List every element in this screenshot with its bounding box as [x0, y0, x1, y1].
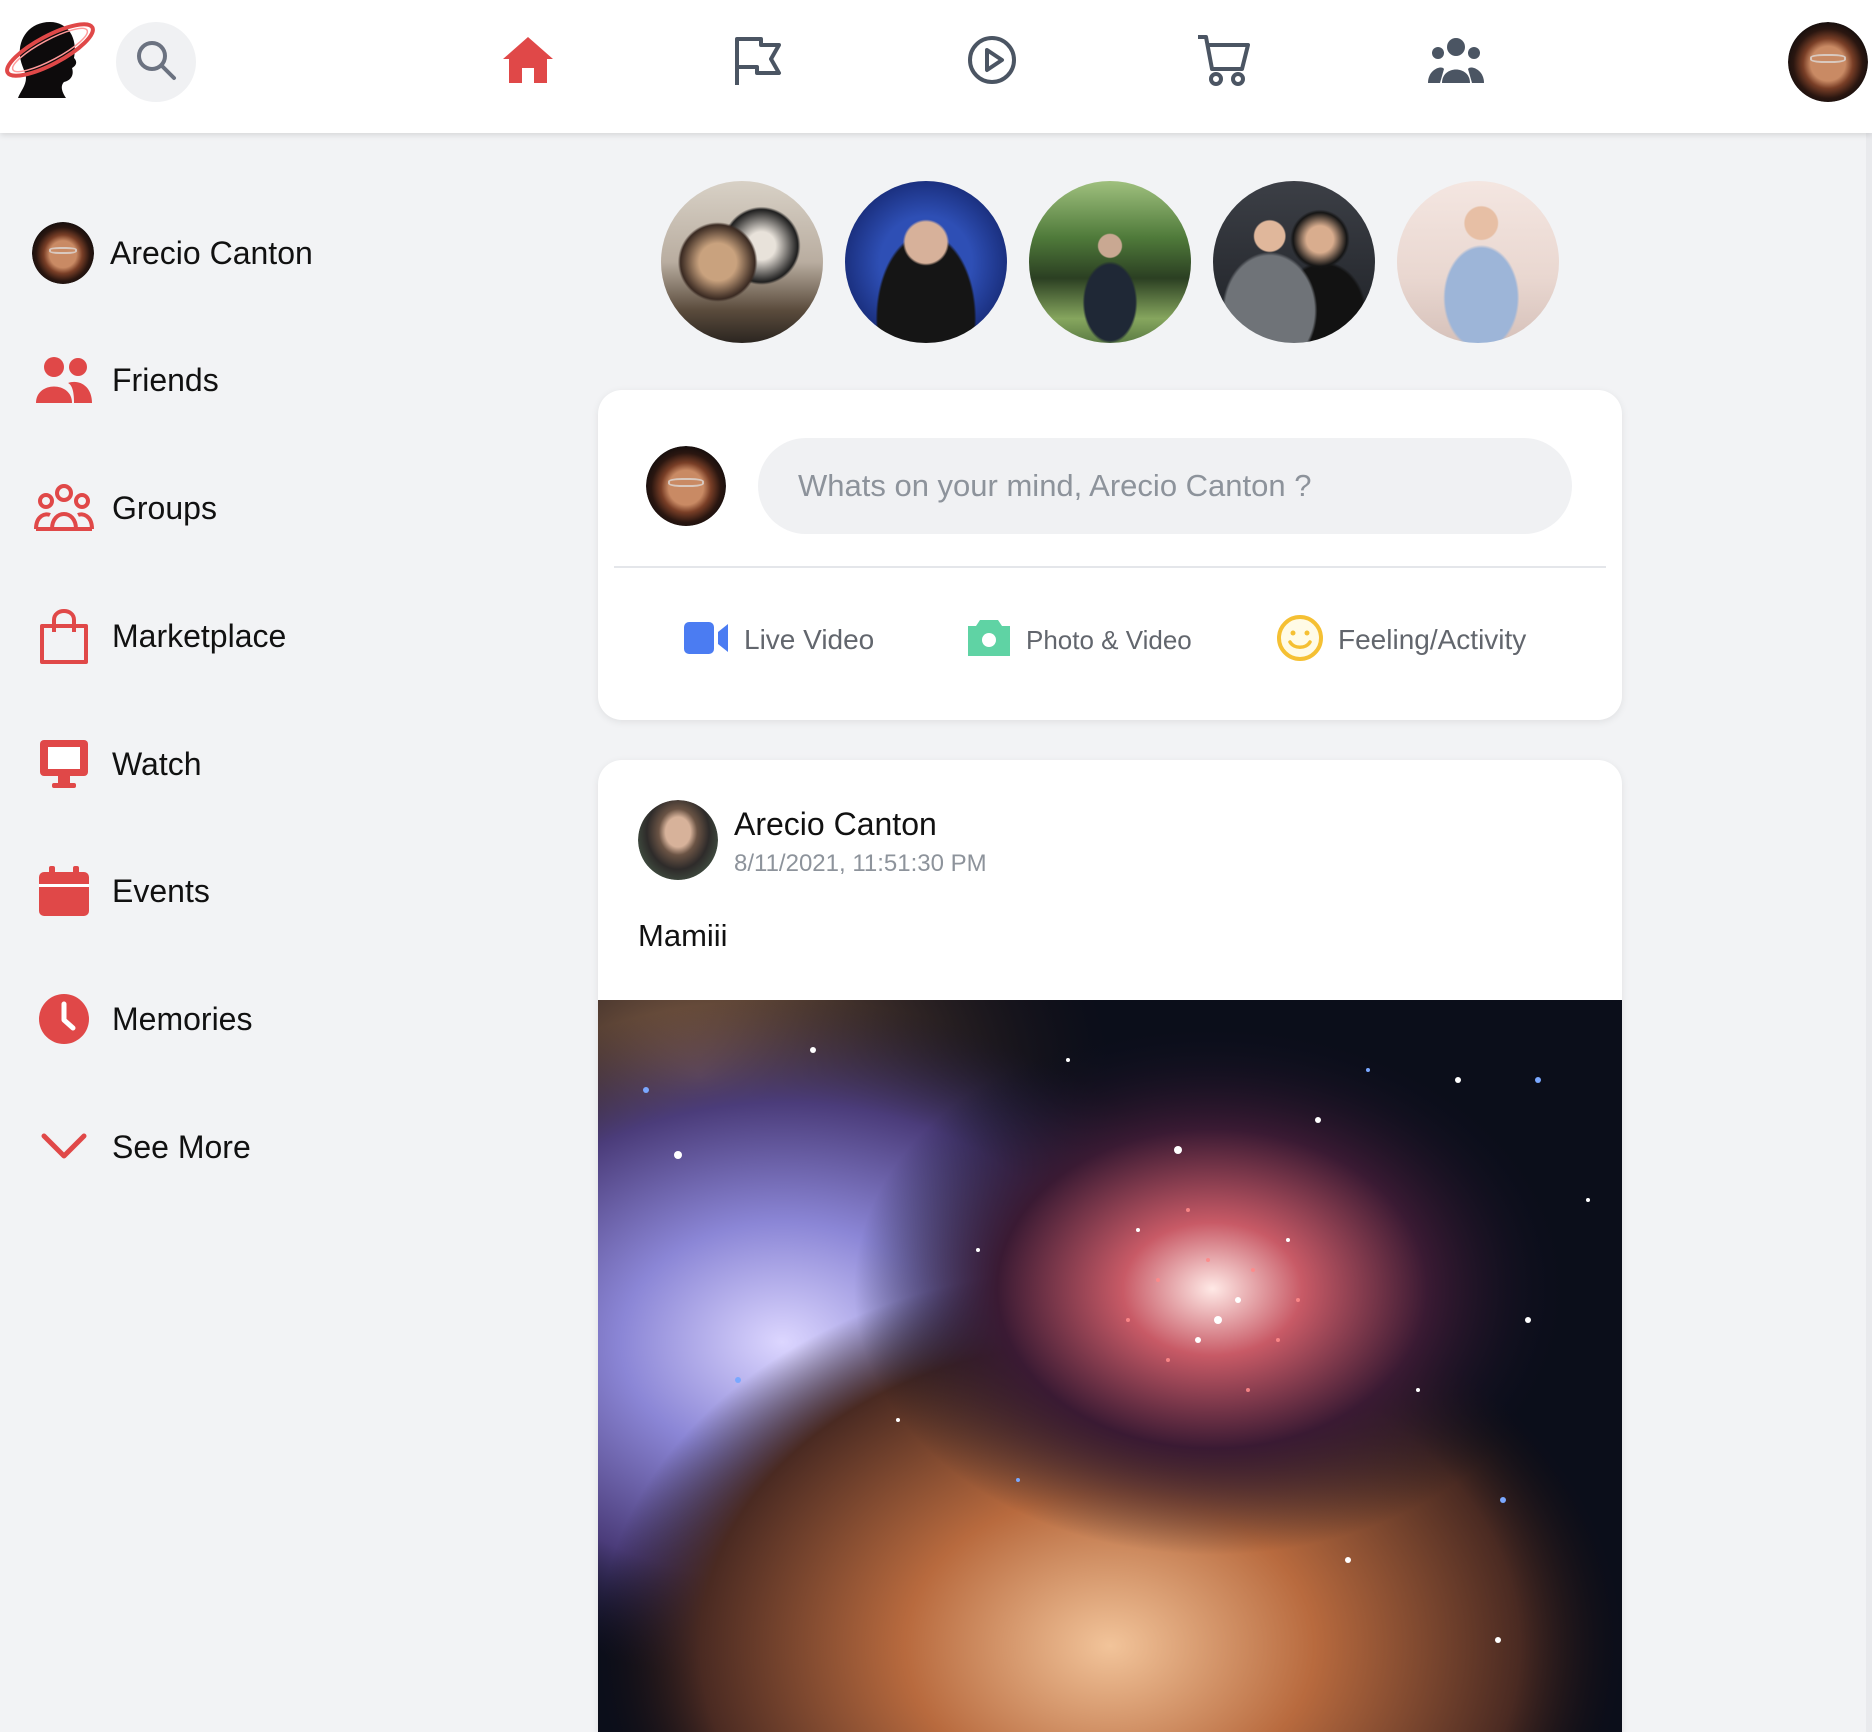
- avatar: [646, 446, 726, 526]
- smiley-icon: [1276, 614, 1324, 667]
- sidebar-item-label: Events: [112, 872, 210, 909]
- nav-home[interactable]: [498, 32, 558, 92]
- monitor-icon: [30, 732, 98, 796]
- sidebar-item-events[interactable]: Events: [30, 856, 210, 926]
- chevron-down-icon: [30, 1115, 98, 1179]
- sidebar-profile-name: Arecio Canton: [110, 234, 313, 271]
- sidebar-item-label: Groups: [112, 489, 217, 526]
- photo-camera-icon: [966, 618, 1012, 663]
- post-image[interactable]: [598, 1000, 1622, 1732]
- search-icon: [134, 38, 178, 87]
- groups-icon: [30, 476, 98, 540]
- sidebar-item-label: Watch: [112, 745, 202, 782]
- feed-post: Arecio Canton 8/11/2021, 11:51:30 PM Mam…: [598, 760, 1622, 1732]
- search-button[interactable]: [116, 22, 196, 102]
- post-timestamp: 8/11/2021, 11:51:30 PM: [734, 850, 987, 877]
- friends-icon: [30, 348, 98, 412]
- feeling-activity-button[interactable]: Feeling/Activity: [1276, 600, 1526, 680]
- video-camera-icon: [682, 620, 730, 661]
- photo-video-button[interactable]: Photo & Video: [966, 600, 1192, 680]
- post-author[interactable]: Arecio Canton: [734, 806, 937, 843]
- story-2[interactable]: [845, 181, 1007, 343]
- action-label: Live Video: [744, 624, 875, 655]
- nav-watch[interactable]: [962, 32, 1022, 92]
- sidebar-item-label: Memories: [112, 1000, 253, 1037]
- divider: [614, 566, 1606, 568]
- sidebar-item-see-more[interactable]: See More: [30, 1112, 251, 1182]
- cart-icon: [1196, 33, 1252, 92]
- sidebar-item-watch[interactable]: Watch: [30, 729, 202, 799]
- account-avatar[interactable]: [1788, 22, 1868, 102]
- sidebar-item-friends[interactable]: Friends: [30, 345, 219, 415]
- shopping-bag-icon: [30, 604, 98, 668]
- action-label: Photo & Video: [1026, 624, 1192, 655]
- saturn-head-logo[interactable]: [0, 14, 100, 109]
- action-label: Feeling/Activity: [1338, 624, 1527, 655]
- avatar: [32, 222, 94, 284]
- post-composer: Live Video Photo & Video Feeling/Activit…: [598, 390, 1622, 720]
- nav-pages[interactable]: [728, 32, 788, 92]
- calendar-icon: [30, 859, 98, 923]
- story-5[interactable]: [1397, 181, 1559, 343]
- sidebar-item-groups[interactable]: Groups: [30, 473, 217, 543]
- page-scrollbar-track[interactable]: [1866, 133, 1872, 1732]
- live-video-button[interactable]: Live Video: [682, 600, 874, 680]
- nav-marketplace[interactable]: [1194, 32, 1254, 92]
- story-3[interactable]: [1029, 181, 1191, 343]
- home-icon: [501, 35, 555, 90]
- story-1[interactable]: [661, 181, 823, 343]
- flag-icon: [731, 33, 785, 92]
- sidebar-profile[interactable]: Arecio Canton: [30, 218, 313, 288]
- avatar[interactable]: [638, 800, 718, 880]
- nav-groups[interactable]: [1426, 32, 1486, 92]
- status-input[interactable]: [758, 438, 1572, 534]
- sidebar-item-label: See More: [112, 1128, 251, 1165]
- story-4[interactable]: [1213, 181, 1375, 343]
- play-circle-icon: [965, 33, 1019, 92]
- sidebar-item-label: Marketplace: [112, 617, 287, 654]
- people-group-icon: [1428, 35, 1484, 90]
- post-text: Mamiii: [638, 918, 728, 953]
- sidebar-item-memories[interactable]: Memories: [30, 984, 252, 1054]
- sidebar-item-marketplace[interactable]: Marketplace: [30, 601, 286, 671]
- clock-icon: [30, 987, 98, 1051]
- sidebar-item-label: Friends: [112, 361, 219, 398]
- top-navbar: [0, 0, 1872, 133]
